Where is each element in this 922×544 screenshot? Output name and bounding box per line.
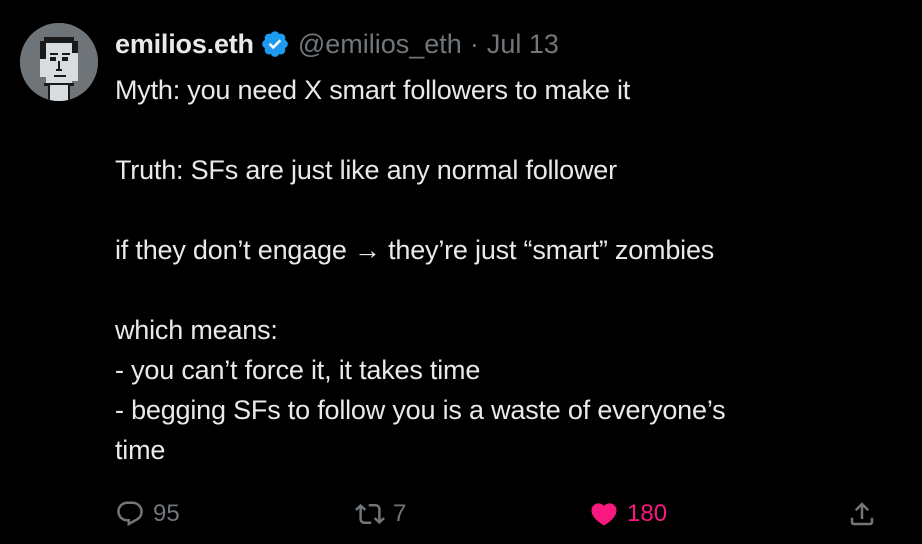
share-button[interactable] <box>847 496 877 532</box>
tweet-line: - you can’t force it, it takes time <box>115 355 481 385</box>
tweet-text: Myth: you need X smart followers to make… <box>115 70 905 470</box>
like-button[interactable]: 180 <box>589 496 667 532</box>
tweet-line <box>115 190 905 230</box>
tweet-content: emilios.eth @emilios_eth · Jul 13 Myth: … <box>115 22 905 470</box>
tweet-date[interactable]: Jul 13 <box>487 29 559 60</box>
tweet-line <box>115 270 905 310</box>
pixel-avatar-image <box>20 23 98 101</box>
reply-button[interactable]: 95 <box>115 496 180 532</box>
tweet-header: emilios.eth @emilios_eth · Jul 13 <box>115 22 905 66</box>
retweet-count: 7 <box>393 500 407 527</box>
tweet-line: - begging SFs to follow you is a waste o… <box>115 395 726 425</box>
share-icon <box>850 502 874 526</box>
verified-badge-icon[interactable] <box>260 29 290 59</box>
tweet-line: which means: <box>115 315 278 345</box>
tweet-line: if they don’t engage → they’re just “sma… <box>115 235 715 265</box>
tweet-line: Truth: SFs are just like any normal foll… <box>115 155 617 185</box>
author-handle[interactable]: @emilios_eth <box>298 29 462 60</box>
tweet-line <box>115 110 905 150</box>
tweet-line: Myth: you need X smart followers to make… <box>115 75 631 105</box>
separator-dot: · <box>469 28 479 59</box>
avatar[interactable] <box>20 23 98 101</box>
like-count: 180 <box>627 500 668 527</box>
retweet-button[interactable]: 7 <box>355 496 406 532</box>
author-name[interactable]: emilios.eth <box>115 29 254 60</box>
tweet-line: time <box>115 435 166 465</box>
reply-count: 95 <box>153 500 180 527</box>
retweet-icon <box>355 503 385 525</box>
heart-icon <box>591 503 617 526</box>
reply-icon <box>117 501 143 527</box>
tweet-actions: 95 7 180 <box>115 496 885 532</box>
tweet: emilios.eth @emilios_eth · Jul 13 Myth: … <box>0 0 922 544</box>
